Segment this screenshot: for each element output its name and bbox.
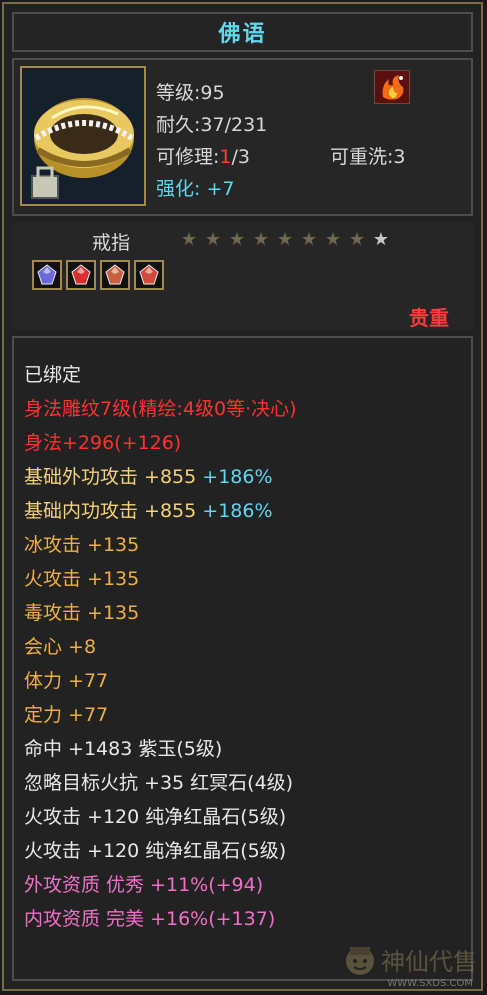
watermark-url: WWW.SXDS.COM: [387, 978, 473, 989]
attribute-text: 内攻资质 完美 +16%(+137): [24, 908, 276, 930]
attribute-text: 火攻击 +120 纯净红晶石(5级): [24, 840, 287, 862]
gem-slot[interactable]: [100, 260, 130, 290]
attribute-text: 火攻击 +120 纯净红晶石(5级): [24, 806, 287, 828]
red-gem-icon: [71, 264, 91, 285]
level-value: :95: [194, 82, 225, 104]
durability-label: 耐久: [156, 114, 195, 136]
star-icon: ★: [276, 229, 294, 250]
durability-value: :37/231: [194, 114, 268, 136]
attribute-line: 火攻击 +120 纯净红晶石(5级): [24, 834, 471, 868]
repair-max: /3: [231, 146, 251, 168]
attribute-text: 冰攻击 +135: [24, 534, 140, 556]
attribute-text: 基础内功攻击 +855: [24, 500, 197, 522]
item-type: 戒指: [92, 232, 131, 254]
watermark-text: 神仙代售: [381, 948, 477, 976]
attribute-text: 毒攻击 +135: [24, 602, 140, 624]
rewash-value: :3: [387, 146, 406, 168]
gem-slot[interactable]: [32, 260, 62, 290]
attribute-line: 内攻资质 完美 +16%(+137): [24, 902, 471, 936]
attribute-text: 已绑定: [24, 364, 82, 386]
level-row: 等级:95: [156, 78, 225, 105]
repair-current: 1: [219, 146, 232, 168]
item-type-section: 戒指 ★ ★ ★ ★ ★ ★ ★ ★ ★ 贵重: [12, 222, 473, 330]
item-icon-slot[interactable]: [20, 66, 146, 206]
star-icon: ★: [204, 229, 222, 250]
attribute-text: 会心 +8: [24, 636, 97, 658]
rewash-label: 可重洗: [330, 146, 388, 168]
attribute-text: 外攻资质 优秀 +11%(+94): [24, 874, 264, 896]
repair-row: 可修理:1/3: [156, 142, 250, 169]
star-icon: ★: [372, 229, 390, 250]
attribute-bonus: +186%: [196, 466, 273, 488]
gem-slot[interactable]: [134, 260, 164, 290]
gem-slots: [32, 260, 164, 290]
attribute-line: 命中 +1483 紫玉(5级): [24, 732, 471, 766]
attribute-text: 体力 +77: [24, 670, 109, 692]
attribute-line: 定力 +77: [24, 698, 471, 732]
attribute-line: 基础内功攻击 +855 +186%: [24, 494, 471, 528]
red-green-gem-icon: [105, 264, 125, 285]
attribute-line: 基础外功攻击 +855 +186%: [24, 460, 471, 494]
mascot-logo-icon: [346, 946, 374, 975]
star-icon: ★: [348, 229, 366, 250]
attribute-text: 忽略目标火抗 +35 红冥石(4级): [24, 772, 294, 794]
attribute-line: 会心 +8: [24, 630, 471, 664]
durability-row: 耐久:37/231: [156, 110, 267, 137]
star-icon: ★: [324, 229, 342, 250]
attribute-text: 命中 +1483 紫玉(5级): [24, 738, 223, 760]
enhance-label: 强化:: [156, 178, 201, 200]
star-icon: ★: [228, 229, 246, 250]
attribute-line: 毒攻击 +135: [24, 596, 471, 630]
gem-slot[interactable]: [66, 260, 96, 290]
attribute-text: 身法+296(+126): [24, 432, 182, 454]
precious-label: 贵重: [409, 306, 449, 330]
ring-icon: [22, 68, 144, 204]
red-gold-gem-icon: [139, 264, 159, 285]
repair-label: 可修理: [156, 146, 214, 168]
attribute-bonus: +186%: [196, 500, 273, 522]
star-rating: ★ ★ ★ ★ ★ ★ ★ ★ ★: [178, 230, 392, 250]
attribute-text: 身法雕纹7级(精绘:4级0等·决心): [24, 398, 297, 420]
attribute-text: 定力 +77: [24, 704, 109, 726]
attribute-list: 已绑定身法雕纹7级(精绘:4级0等·决心) 身法+296(+126) 基础外功攻击 …: [12, 336, 473, 981]
attribute-line: 身法雕纹7级(精绘:4级0等·决心): [24, 392, 471, 426]
attribute-line: 身法+296(+126): [24, 426, 471, 460]
rewash-row: 可重洗:3: [330, 142, 406, 169]
star-icon: ★: [300, 229, 318, 250]
watermark: 神仙代售: [343, 942, 477, 977]
item-title: 佛语: [12, 12, 473, 52]
attribute-line: 忽略目标火抗 +35 红冥石(4级): [24, 766, 471, 800]
level-label: 等级: [156, 82, 195, 104]
attribute-line: 外攻资质 优秀 +11%(+94): [24, 868, 471, 902]
fire-attribute-icon[interactable]: [374, 70, 410, 104]
attribute-line: 已绑定: [24, 358, 471, 392]
attribute-line: 体力 +77: [24, 664, 471, 698]
attribute-line: 火攻击 +135: [24, 562, 471, 596]
attribute-line: 火攻击 +120 纯净红晶石(5级): [24, 800, 471, 834]
attribute-text: 基础外功攻击 +855: [24, 466, 197, 488]
star-icon: ★: [252, 229, 270, 250]
star-icon: ★: [180, 229, 198, 250]
item-header: 等级:95 耐久:37/231 可修理:1/3 可重洗:3 强化: +7: [12, 58, 473, 216]
attribute-text: 火攻击 +135: [24, 568, 140, 590]
enhance-value: +7: [206, 178, 235, 200]
enhance-row: 强化: +7: [156, 174, 234, 201]
attribute-line: 冰攻击 +135: [24, 528, 471, 562]
purple-gem-icon: [37, 264, 57, 285]
